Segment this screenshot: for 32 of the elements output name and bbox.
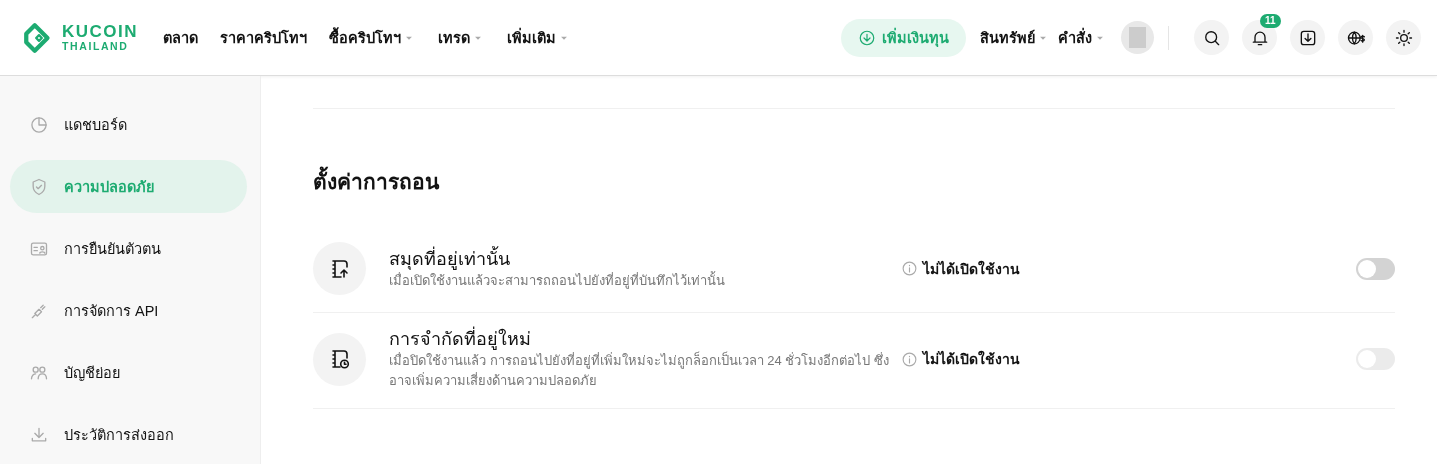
sidebar-item[interactable]: การจัดการ API [10, 284, 247, 337]
sidebar-item[interactable]: การยืนยันตัวตน [10, 222, 247, 275]
section-title: ตั้งค่าการถอน [313, 165, 1395, 198]
notification-badge: 11 [1260, 14, 1281, 28]
sidebar-item[interactable]: ประวัติการส่งออก [10, 408, 247, 461]
sidebar-item[interactable]: บัญชีย่อย [10, 346, 247, 399]
nav-link[interactable]: เทรด [438, 26, 486, 49]
info-icon [901, 260, 918, 277]
menu-link[interactable]: สินทรัพย์ [980, 26, 1050, 49]
menu-link[interactable]: คำสั่ง [1058, 26, 1107, 49]
nav-link[interactable]: ตลาด [163, 26, 199, 49]
setting-title: การจำกัดที่อยู่ใหม่ [389, 327, 901, 351]
sidebar-item[interactable]: แดชบอร์ด [10, 98, 247, 151]
setting-description: เมื่อเปิดใช้งานแล้วจะสามารถถอนไปยังที่อยู่ที่บันทึกไว้เท่านั้น [389, 270, 901, 291]
language-currency-button[interactable] [1338, 20, 1373, 55]
status-text: ไม่ได้เปิดใช้งาน [923, 259, 1020, 279]
nav-link[interactable]: ซื้อคริปโทฯ [329, 26, 417, 49]
toggle-switch[interactable] [1356, 257, 1395, 280]
brand-region: THAILAND [62, 40, 130, 52]
setting-title: สมุดที่อยู่เท่านั้น [389, 246, 510, 270]
download-icon [858, 28, 876, 47]
search-button[interactable] [1194, 20, 1229, 55]
sun-icon [1393, 27, 1414, 48]
info-icon [901, 350, 918, 368]
nav-link[interactable]: ราคาคริปโทฯ [220, 26, 308, 49]
setting-description: เมื่อปิดใช้งานแล้ว การถอนไปยังที่อยู่ที่เพิ่มใหม่จะไม่ถูกล็อกเป็นเวลา 24 ชั่วโมงอีกต่อไป ซึ่งอาจเพิ่มความเสี่ยงด้านความปลอดภัย [389, 351, 890, 390]
pie-chart-icon [29, 114, 49, 135]
app-download-button[interactable] [1290, 20, 1325, 55]
theme-button[interactable] [1386, 20, 1421, 55]
status-text: ไม่ได้เปิดใช้งาน [923, 349, 1020, 369]
brand-name: KUCOIN [62, 23, 139, 41]
nav-link[interactable]: เพิ่มเติม [507, 26, 572, 49]
